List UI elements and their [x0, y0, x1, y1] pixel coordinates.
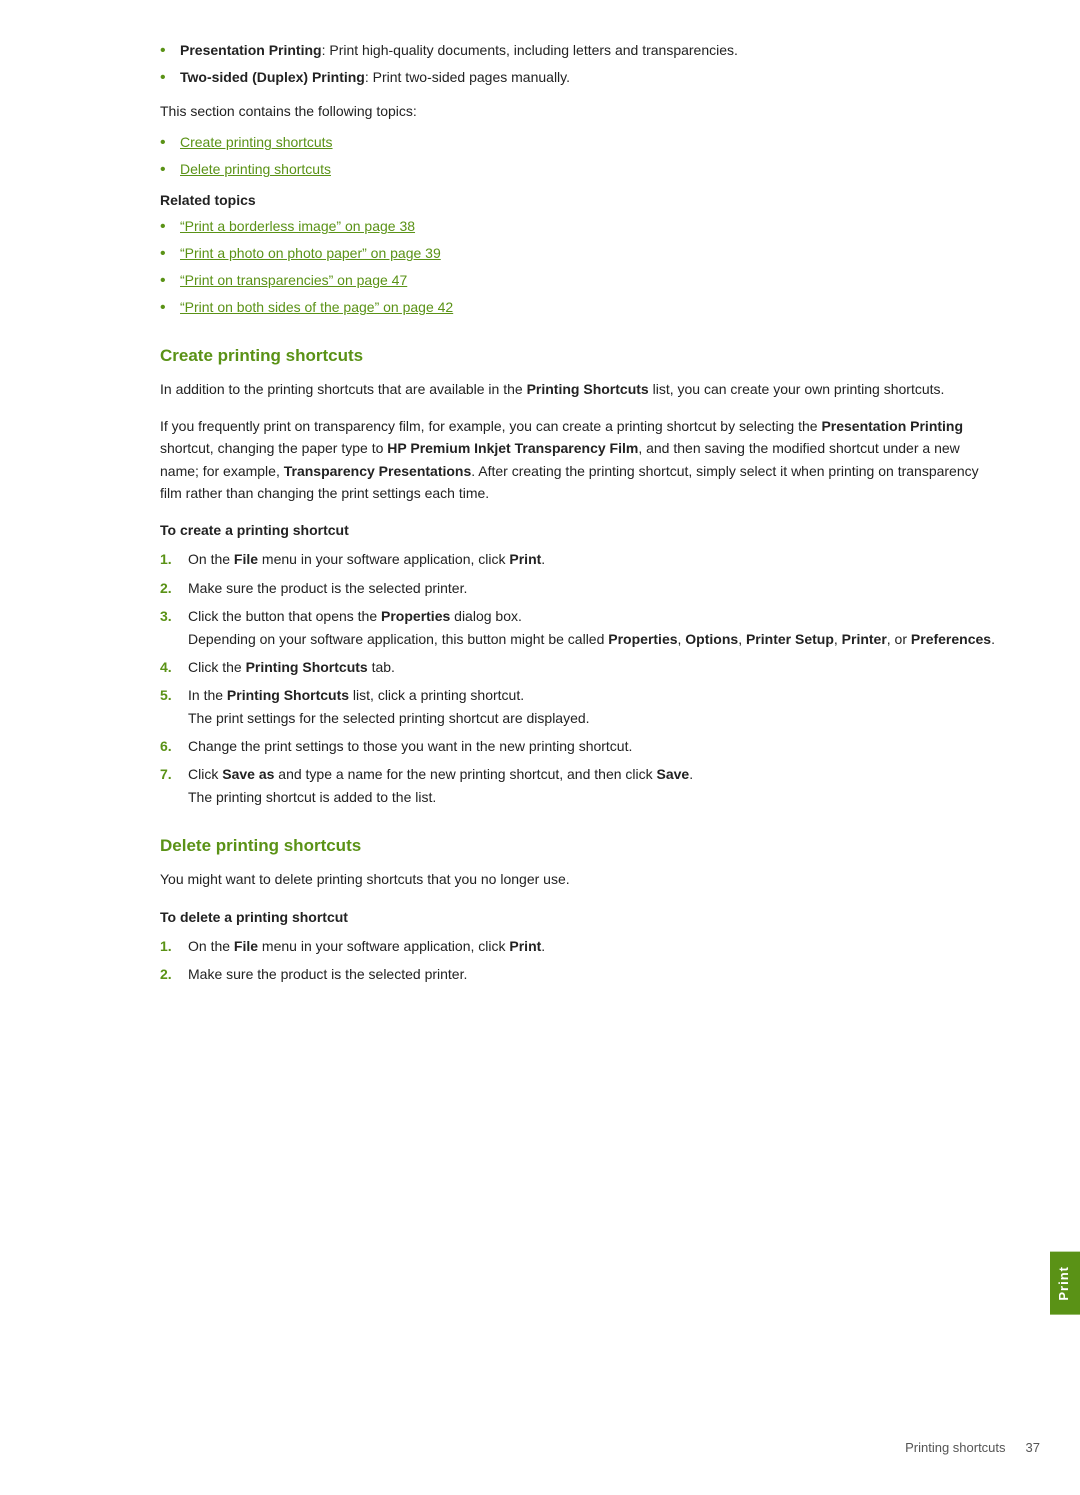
- create-step-3: 3. Click the button that opens the Prope…: [160, 605, 1000, 650]
- step-6-content: Change the print settings to those you w…: [188, 735, 1000, 757]
- side-tab: Print: [1050, 1252, 1080, 1315]
- preferences-bold: Preferences: [911, 631, 991, 647]
- delete-para1: You might want to delete printing shortc…: [160, 868, 1000, 890]
- related-link-both-sides[interactable]: “Print on both sides of the page” on pag…: [160, 297, 1000, 318]
- delete-sub-heading: To delete a printing shortcut: [160, 909, 1000, 925]
- delete-step-num-1: 1.: [160, 935, 184, 957]
- print-bold-delete: Print: [509, 938, 541, 954]
- create-step-7: 7. Click Save as and type a name for the…: [160, 763, 1000, 808]
- create-shortcuts-link[interactable]: Create printing shortcuts: [180, 134, 333, 150]
- step-7-content: Click Save as and type a name for the ne…: [188, 763, 1000, 808]
- link-photo[interactable]: “Print a photo on photo paper” on page 3…: [180, 245, 441, 261]
- related-topics-label: Related topics: [160, 192, 1000, 208]
- create-section-heading: Create printing shortcuts: [160, 346, 1000, 366]
- step-num-7: 7.: [160, 763, 184, 785]
- presentation-printing-bold: Presentation Printing: [821, 418, 963, 434]
- section-intro-text: This section contains the following topi…: [160, 100, 1000, 122]
- step-num-6: 6.: [160, 735, 184, 757]
- bullet-duplex: Two-sided (Duplex) Printing: Print two-s…: [160, 67, 1000, 88]
- step-num-5: 5.: [160, 684, 184, 706]
- create-step-5: 5. In the Printing Shortcuts list, click…: [160, 684, 1000, 729]
- create-sub-heading: To create a printing shortcut: [160, 522, 1000, 538]
- delete-section-body: You might want to delete printing shortc…: [160, 868, 1000, 985]
- delete-step-2: 2. Make sure the product is the selected…: [160, 963, 1000, 985]
- step-num-3: 3.: [160, 605, 184, 627]
- delete-shortcuts-link[interactable]: Delete printing shortcuts: [180, 161, 331, 177]
- presentation-bold: Presentation Printing: [180, 42, 322, 58]
- related-link-photo[interactable]: “Print a photo on photo paper” on page 3…: [160, 243, 1000, 264]
- step-1-content: On the File menu in your software applic…: [188, 548, 1000, 570]
- properties-bold-1: Properties: [381, 608, 450, 624]
- step-3-content: Click the button that opens the Properti…: [188, 605, 1000, 650]
- related-links-list: “Print a borderless image” on page 38 “P…: [160, 216, 1000, 318]
- footer-section-label: Printing shortcuts: [905, 1440, 1005, 1455]
- bullet-presentation: Presentation Printing: Print high-qualit…: [160, 40, 1000, 61]
- link-both-sides[interactable]: “Print on both sides of the page” on pag…: [180, 299, 453, 315]
- properties-bold-2: Properties: [608, 631, 677, 647]
- create-step-6: 6. Change the print settings to those yo…: [160, 735, 1000, 757]
- delete-step-1-content: On the File menu in your software applic…: [188, 935, 1000, 957]
- step-num-2: 2.: [160, 577, 184, 599]
- delete-step-1: 1. On the File menu in your software app…: [160, 935, 1000, 957]
- file-bold-1: File: [234, 551, 258, 567]
- related-link-borderless[interactable]: “Print a borderless image” on page 38: [160, 216, 1000, 237]
- hp-premium-bold: HP Premium Inkjet Transparency Film: [387, 440, 638, 456]
- printing-shortcuts-list-bold: Printing Shortcuts: [227, 687, 349, 703]
- topic-link-create[interactable]: Create printing shortcuts: [160, 132, 1000, 153]
- footer-page-number: 37: [1026, 1440, 1040, 1455]
- intro-bullets: Presentation Printing: Print high-qualit…: [160, 40, 1000, 88]
- step-5-content: In the Printing Shortcuts list, click a …: [188, 684, 1000, 729]
- duplex-bold: Two-sided (Duplex) Printing: [180, 69, 365, 85]
- delete-section: Delete printing shortcuts You might want…: [160, 836, 1000, 985]
- link-borderless[interactable]: “Print a borderless image” on page 38: [180, 218, 415, 234]
- create-section: Create printing shortcuts In addition to…: [160, 346, 1000, 808]
- step-3-subnote: Depending on your software application, …: [188, 631, 995, 647]
- topic-links-list: Create printing shortcuts Delete printin…: [160, 132, 1000, 180]
- footer-right: Printing shortcuts 37: [905, 1440, 1040, 1455]
- delete-step-num-2: 2.: [160, 963, 184, 985]
- create-step-2: 2. Make sure the product is the selected…: [160, 577, 1000, 599]
- footer: Printing shortcuts 37: [0, 1440, 1080, 1455]
- save-bold: Save: [657, 766, 690, 782]
- printing-shortcuts-bold1: Printing Shortcuts: [527, 381, 649, 397]
- link-transparencies[interactable]: “Print on transparencies” on page 47: [180, 272, 407, 288]
- step-4-content: Click the Printing Shortcuts tab.: [188, 656, 1000, 678]
- delete-steps-list: 1. On the File menu in your software app…: [160, 935, 1000, 986]
- save-as-bold: Save as: [222, 766, 274, 782]
- printer-bold: Printer: [842, 631, 887, 647]
- related-link-transparencies[interactable]: “Print on transparencies” on page 47: [160, 270, 1000, 291]
- print-bold-1: Print: [509, 551, 541, 567]
- create-steps-list: 1. On the File menu in your software app…: [160, 548, 1000, 808]
- file-bold-delete: File: [234, 938, 258, 954]
- printer-setup-bold: Printer Setup: [746, 631, 834, 647]
- delete-step-2-content: Make sure the product is the selected pr…: [188, 963, 1000, 985]
- transparency-presentations-bold: Transparency Presentations: [284, 463, 472, 479]
- step-2-content: Make sure the product is the selected pr…: [188, 577, 1000, 599]
- create-section-body: In addition to the printing shortcuts th…: [160, 378, 1000, 808]
- create-para2: If you frequently print on transparency …: [160, 415, 1000, 505]
- printing-shortcuts-tab-bold: Printing Shortcuts: [246, 659, 368, 675]
- topic-link-delete[interactable]: Delete printing shortcuts: [160, 159, 1000, 180]
- step-num-1: 1.: [160, 548, 184, 570]
- options-bold: Options: [685, 631, 738, 647]
- delete-section-heading: Delete printing shortcuts: [160, 836, 1000, 856]
- page-container: Presentation Printing: Print high-qualit…: [0, 0, 1080, 1495]
- create-para1: In addition to the printing shortcuts th…: [160, 378, 1000, 400]
- step-7-subnote: The printing shortcut is added to the li…: [188, 789, 436, 805]
- create-step-1: 1. On the File menu in your software app…: [160, 548, 1000, 570]
- step-5-subnote: The print settings for the selected prin…: [188, 710, 590, 726]
- create-step-4: 4. Click the Printing Shortcuts tab.: [160, 656, 1000, 678]
- step-num-4: 4.: [160, 656, 184, 678]
